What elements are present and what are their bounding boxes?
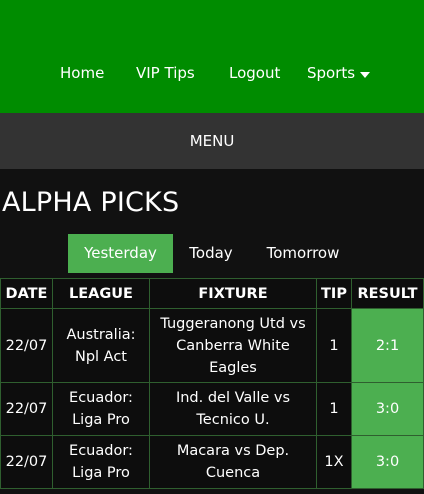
cell-result: 2:1 [351, 308, 424, 383]
nav-logout-link[interactable]: Logout [229, 62, 280, 84]
tab-today[interactable]: Today [180, 234, 242, 273]
table-row: 22/07 Ecuador: Liga Pro Ind. del Valle v… [0, 382, 424, 436]
tab-yesterday[interactable]: Yesterday [68, 234, 173, 273]
cell-result: 3:0 [351, 435, 424, 489]
column-header-tip: TIP [316, 278, 352, 309]
page-title: ALPHA PICKS [2, 187, 180, 218]
column-header-fixture: FIXTURE [149, 278, 317, 309]
column-header-date: DATE [0, 278, 53, 309]
cell-fixture: Macara vs Dep. Cuenca [149, 435, 317, 489]
cell-league: Ecuador: Liga Pro [52, 382, 150, 436]
nav-sports-label: Sports [307, 64, 356, 82]
table-header-row: DATE LEAGUE FIXTURE TIP RESULT [0, 278, 424, 309]
menu-bar: MENU [0, 113, 424, 169]
picks-table: DATE LEAGUE FIXTURE TIP RESULT 22/07 Aus… [0, 278, 424, 489]
caret-down-icon [360, 63, 371, 85]
nav-home-link[interactable]: Home [60, 62, 104, 84]
cell-tip: 1 [316, 308, 352, 383]
cell-fixture: Ind. del Valle vs Tecnico U. [149, 382, 317, 436]
cell-date: 22/07 [0, 382, 53, 436]
table-row: 22/07 Ecuador: Liga Pro Macara vs Dep. C… [0, 435, 424, 489]
cell-tip: 1 [316, 382, 352, 436]
cell-league: Australia: Npl Act [52, 308, 150, 383]
cell-fixture: Tuggeranong Utd vs Canberra White Eagles [149, 308, 317, 383]
cell-tip: 1X [316, 435, 352, 489]
nav-sports-dropdown[interactable]: Sports [307, 62, 371, 85]
tab-tomorrow[interactable]: Tomorrow [256, 234, 350, 273]
cell-league: Ecuador: Liga Pro [52, 435, 150, 489]
menu-toggle-button[interactable]: MENU [0, 113, 424, 169]
column-header-league: LEAGUE [52, 278, 150, 309]
cell-result: 3:0 [351, 382, 424, 436]
top-nav: Home VIP Tips Logout Sports [0, 62, 424, 84]
cell-date: 22/07 [0, 308, 53, 383]
cell-date: 22/07 [0, 435, 53, 489]
table-row: 22/07 Australia: Npl Act Tuggeranong Utd… [0, 308, 424, 383]
top-navigation-bar: Home VIP Tips Logout Sports [0, 0, 424, 113]
column-header-result: RESULT [351, 278, 424, 309]
nav-vip-tips-link[interactable]: VIP Tips [136, 62, 195, 84]
